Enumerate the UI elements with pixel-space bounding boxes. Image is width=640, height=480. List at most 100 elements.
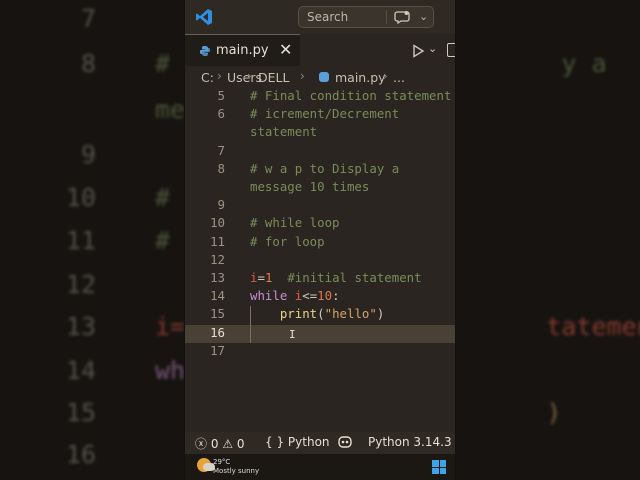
code-line[interactable]: 6 # icrement/Decrement xyxy=(185,106,455,124)
divider xyxy=(386,10,387,24)
code-text: # Final condition statement xyxy=(250,88,451,103)
vscode-window: Search ⌄ main.py ✕ ⌄ C: › Users › DELL › main.… xyxy=(185,0,455,480)
code-line[interactable]: 16 I xyxy=(185,324,455,343)
background-code-text: me xyxy=(155,95,186,124)
background-line-number: 9 xyxy=(80,140,96,169)
line-number: 10 xyxy=(210,215,225,231)
comment-token: # icrement/Decrement xyxy=(250,106,400,122)
language-mode[interactable]: { } Python xyxy=(265,435,330,449)
background-line-number: 8 xyxy=(80,49,96,78)
code-line[interactable]: 9 xyxy=(185,197,455,215)
code-line[interactable]: 7 xyxy=(185,143,455,161)
background-line-number: 12 xyxy=(65,270,96,299)
python-interpreter[interactable]: Python 3.14.3 xyxy=(368,435,452,449)
line-number: 12 xyxy=(210,251,225,267)
line-number: 11 xyxy=(210,233,225,249)
code-text: # icrement/Decrement xyxy=(250,106,399,121)
code-line[interactable]: message 10 times xyxy=(185,179,455,197)
breadcrumb-item[interactable]: DELL xyxy=(258,70,289,85)
paren-token: ( xyxy=(317,306,325,322)
code-line[interactable]: 12 xyxy=(185,252,455,270)
comment-token: #initial statement xyxy=(287,270,422,285)
background-code-text: # xyxy=(155,183,171,212)
breadcrumb-separator: › xyxy=(217,69,222,83)
run-icon[interactable] xyxy=(411,44,425,58)
chevron-down-icon[interactable]: ⌄ xyxy=(428,42,437,55)
text-cursor-icon: I xyxy=(289,327,296,341)
comment-token: message 10 times xyxy=(250,179,370,194)
line-number: 17 xyxy=(210,342,225,358)
split-editor-icon[interactable] xyxy=(447,43,455,57)
braces-icon: { } xyxy=(265,435,285,449)
taskbar: 29°C Mostly sunny xyxy=(185,454,455,480)
copilot-status-icon[interactable] xyxy=(337,434,353,453)
code-editor[interactable]: 5 # Final condition statement 6 # icrement/… xyxy=(185,88,455,428)
paren-token: ) xyxy=(376,306,385,322)
comment-token: # while loop xyxy=(250,215,340,231)
breadcrumb-separator: › xyxy=(247,69,252,83)
breadcrumb-item[interactable]: main.py xyxy=(335,70,386,85)
code-text: statement xyxy=(250,124,317,139)
background-line-number: 11 xyxy=(65,226,96,255)
line-number: 8 xyxy=(217,160,225,176)
chevron-down-icon[interactable]: ⌄ xyxy=(419,10,428,23)
code-line[interactable]: 17 xyxy=(185,343,455,361)
line-number: 5 xyxy=(217,88,225,103)
code-text: print("hello") xyxy=(250,306,384,321)
weather-temperature[interactable]: 29°C xyxy=(213,458,230,466)
line-number: 14 xyxy=(210,288,225,304)
code-line[interactable]: 11 # for loop xyxy=(185,234,455,252)
command-center-search[interactable]: Search ⌄ xyxy=(298,6,434,28)
code-line[interactable]: 10 # while loop xyxy=(185,215,455,233)
code-text: i=1 #initial statement xyxy=(250,270,422,285)
breadcrumb-item[interactable]: C: xyxy=(201,70,214,85)
code-text: # w a p to Display a xyxy=(250,161,399,176)
tab-main-py[interactable]: main.py ✕ xyxy=(185,34,300,66)
breadcrumb-item[interactable]: ... xyxy=(393,70,405,85)
function-token: print xyxy=(279,306,318,322)
warning-count: 0 xyxy=(236,437,245,451)
indent-token xyxy=(250,306,280,321)
search-label: Search xyxy=(307,10,349,24)
problems-indicator[interactable]: ⓧ 0 ⚠ 0 xyxy=(195,435,245,452)
code-text: # while loop xyxy=(250,215,340,230)
line-number: 9 xyxy=(217,197,225,213)
code-text: message 10 times xyxy=(250,179,369,194)
close-icon[interactable]: ✕ xyxy=(279,40,292,59)
warning-icon: ⚠ xyxy=(222,437,234,451)
error-icon: ⓧ xyxy=(195,437,208,451)
python-file-icon xyxy=(200,46,210,56)
background-code-text: wh xyxy=(155,356,186,385)
breadcrumb: C: › Users › DELL › main.py ›... xyxy=(185,66,455,88)
code-line[interactable]: statement xyxy=(185,124,455,142)
copilot-icon[interactable] xyxy=(394,10,410,24)
code-line[interactable]: 15 print("hello") xyxy=(185,306,455,324)
vscode-icon[interactable] xyxy=(195,8,213,26)
language-label: Python xyxy=(287,435,330,449)
indent-guide xyxy=(250,306,251,343)
code-line[interactable]: 14 while i<=10: xyxy=(185,288,455,306)
code-text: while i<=10: xyxy=(250,288,340,303)
weather-condition[interactable]: Mostly sunny xyxy=(213,467,259,475)
tab-label: main.py xyxy=(216,43,269,58)
operator-token: = xyxy=(257,270,265,285)
status-bar: ⓧ 0 ⚠ 0 { } Python Python 3.14.3 xyxy=(185,432,455,454)
tab-bar: main.py ✕ ⌄ xyxy=(185,34,455,66)
colon-token: : xyxy=(332,288,340,304)
background-code-text: # xyxy=(155,226,171,255)
code-line[interactable]: 13 i=1 #initial statement xyxy=(185,270,455,288)
string-token: "hello" xyxy=(324,306,377,322)
background-line-number: 16 xyxy=(65,440,96,469)
python-file-icon xyxy=(319,72,329,82)
title-bar: Search ⌄ xyxy=(185,0,455,34)
windows-start-icon[interactable] xyxy=(432,460,446,474)
code-line[interactable]: 8 # w a p to Display a xyxy=(185,161,455,179)
comment-token: statement xyxy=(250,124,318,140)
breadcrumb-separator: › xyxy=(300,69,305,83)
breadcrumb-item[interactable]: Users xyxy=(227,70,262,85)
number-token: 10 xyxy=(317,288,333,304)
code-line[interactable]: 5 # Final condition statement xyxy=(185,88,455,106)
background-line-number: 10 xyxy=(65,183,96,212)
